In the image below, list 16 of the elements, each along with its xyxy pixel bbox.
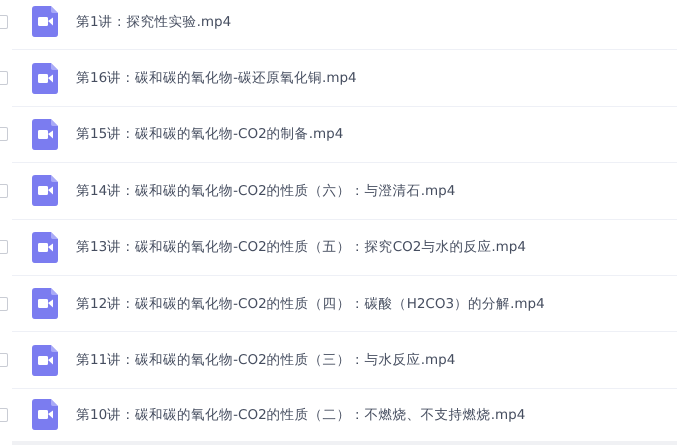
file-name[interactable]: 第15讲：碳和碳的氧化物-CO2的制备.mp4	[76, 124, 344, 145]
video-file-icon	[32, 118, 58, 150]
video-file-icon	[32, 6, 58, 38]
file-name[interactable]: 第10讲：碳和碳的氧化物-CO2的性质（二）：不燃烧、不支持燃烧.mp4	[76, 404, 526, 426]
video-file-icon	[32, 399, 58, 430]
file-name[interactable]: 第13讲：碳和碳的氧化物-CO2的性质（五）：探究CO2与水的反应.mp4	[76, 237, 526, 258]
file-name[interactable]: 第12讲：碳和碳的氧化物-CO2的性质（四）：碳酸（H2CO3）的分解.mp4	[76, 294, 545, 314]
file-name[interactable]: 第14讲：碳和碳的氧化物-CO2的性质（六）：与澄清石.mp4	[76, 180, 456, 201]
video-file-icon	[32, 232, 58, 263]
video-file-icon	[32, 175, 58, 206]
file-name[interactable]: 第11讲：碳和碳的氧化物-CO2的性质（三）：与水反应.mp4	[76, 350, 456, 370]
video-file-icon	[32, 288, 58, 320]
file-name[interactable]: 第16讲：碳和碳的氧化物-碳还原氧化铜.mp4	[76, 68, 357, 88]
video-file-icon	[32, 344, 58, 376]
video-file-icon	[32, 62, 58, 94]
file-name[interactable]: 第1讲：探究性实验.mp4	[76, 12, 232, 32]
